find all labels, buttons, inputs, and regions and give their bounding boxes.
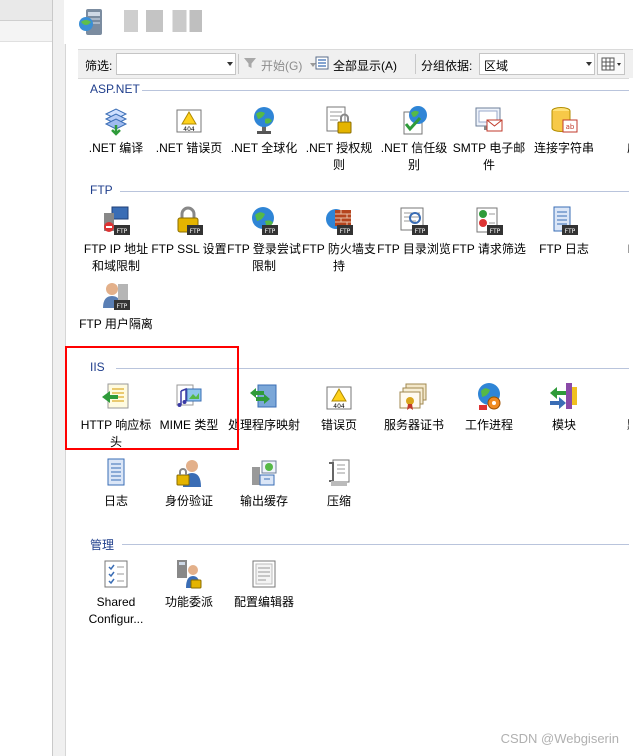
feature-label: FTP 日志 [539,242,589,256]
filter-toolbar: 筛选: 开始(G) 全部显示(A) 分组依据: 区域 [78,49,633,79]
feature-label: 压缩 [326,494,351,508]
feature-label: FTP IP 地址和域限制 [83,242,149,273]
svg-text:404: 404 [183,126,195,133]
feature-label: FTP 防火墙支持 [302,242,376,273]
filter-input[interactable] [116,53,236,75]
highlight-annotation [65,346,239,450]
feature-label: FTP 登录尝试限制 [227,242,301,273]
page-header [64,0,633,44]
connections-tree-row[interactable] [0,21,52,42]
svg-text:FTP: FTP [415,228,426,235]
svg-text:FTP: FTP [490,228,501,235]
feature-delegation-icon [177,560,202,589]
section-divider [120,191,633,192]
show-all-label: 全部显示(A) [333,59,397,73]
svg-text:FTP: FTP [340,228,351,235]
ftp-directory-browsing-icon: FTP [400,207,428,235]
shared-configuration-icon [104,560,128,588]
svg-text:404: 404 [333,403,345,410]
feature-label: 输出缓存 [239,494,288,508]
feature-label: 日志 [103,494,128,508]
feature-label: Shared Configur... [88,595,144,626]
feature-label: SMTP 电子邮件 [452,141,526,172]
configuration-editor-icon [252,560,276,588]
pane-splitter[interactable] [52,0,66,756]
section-divider [122,544,633,545]
toolbar-separator [238,54,239,74]
svg-text:FTP: FTP [190,228,201,235]
feature-label: .NET 错误页 [155,141,223,155]
feature-label: 配置编辑器 [233,595,294,609]
worker-processes-icon [478,383,501,410]
svg-text:FTP: FTP [265,228,276,235]
compression-icon [329,459,350,486]
feature-label: FTP 用户隔离 [79,317,153,331]
filter-label: 筛选: [85,59,113,73]
connections-pane [0,0,66,756]
section-header-aspnet: ASP.NET [90,82,140,96]
feature-label: 功能委派 [164,595,213,609]
connections-header [0,0,52,21]
logging-icon [107,458,125,486]
view-toggle-button[interactable] [597,53,625,75]
svg-text:ab: ab [566,123,575,131]
feature-label: .NET 授权规则 [305,141,373,172]
feature-label: .NET 编译 [88,141,144,155]
section-header-ftp: FTP [90,183,113,197]
feature-label: 身份验证 [164,494,213,508]
chevron-down-icon [586,62,592,66]
feature-label: 模块 [551,418,576,432]
feature-label: 服务器证书 [383,418,444,432]
dotnet-authorization-icon [326,106,352,134]
ftp-logon-attempts-icon: FTP [252,207,278,235]
view-grid-icon [601,57,621,71]
ftp-ssl-icon: FTP [177,206,203,235]
group-by-label: 分组依据: [421,59,473,73]
ftp-logging-icon: FTP [553,206,578,235]
feature-label: FTP 请求筛选 [452,242,526,256]
dotnet-compile-icon [104,108,128,136]
feature-label: FTP 目录浏览 [377,242,451,256]
feature-label: 错误页 [320,418,357,432]
group-by-value: 区域 [484,59,509,73]
svg-text:FTP: FTP [565,228,576,235]
error-pages-icon: 404 [326,386,352,410]
section-header-management: 管理 [90,538,115,552]
ftp-firewall-icon: FTP [326,209,353,235]
server-certificates-icon [399,383,427,410]
svg-text:FTP: FTP [117,228,128,235]
show-all-icon [315,56,329,70]
ftp-user-isolation-icon: FTP [103,283,130,310]
feature-label: .NET 信任级别 [380,141,448,172]
section-divider [142,90,633,91]
toolbar-separator [415,54,416,74]
ftp-ip-restrictions-icon: FTP [104,206,130,235]
smtp-email-icon [475,107,503,132]
svg-text:FTP: FTP [117,303,128,310]
start-label: 开始(G) [261,59,303,73]
vertical-scrollbar[interactable] [629,78,633,756]
feature-label: FTP SSL 设置 [151,242,227,256]
dotnet-trust-levels-icon [403,106,427,135]
modules-icon [550,383,577,409]
feature-label: .NET 全球化 [230,141,298,155]
feature-label: 连接字符串 [533,141,594,155]
server-name-redacted [124,10,202,32]
feature-label: 工作进程 [464,418,513,432]
output-caching-icon [252,460,277,486]
watermark: CSDN @Webgiserin [500,731,619,746]
authentication-icon [176,460,201,487]
server-icon [79,9,102,35]
group-by-select[interactable]: 区域 [479,53,595,75]
handler-mappings-icon [250,384,277,408]
ftp-request-filtering-icon: FTP [476,207,503,235]
chevron-down-icon [227,62,233,66]
connection-strings-icon: ab [551,107,578,133]
dotnet-globalization-icon [254,107,274,134]
funnel-icon [244,58,256,68]
dotnet-error-pages-icon: 404 [176,109,202,133]
